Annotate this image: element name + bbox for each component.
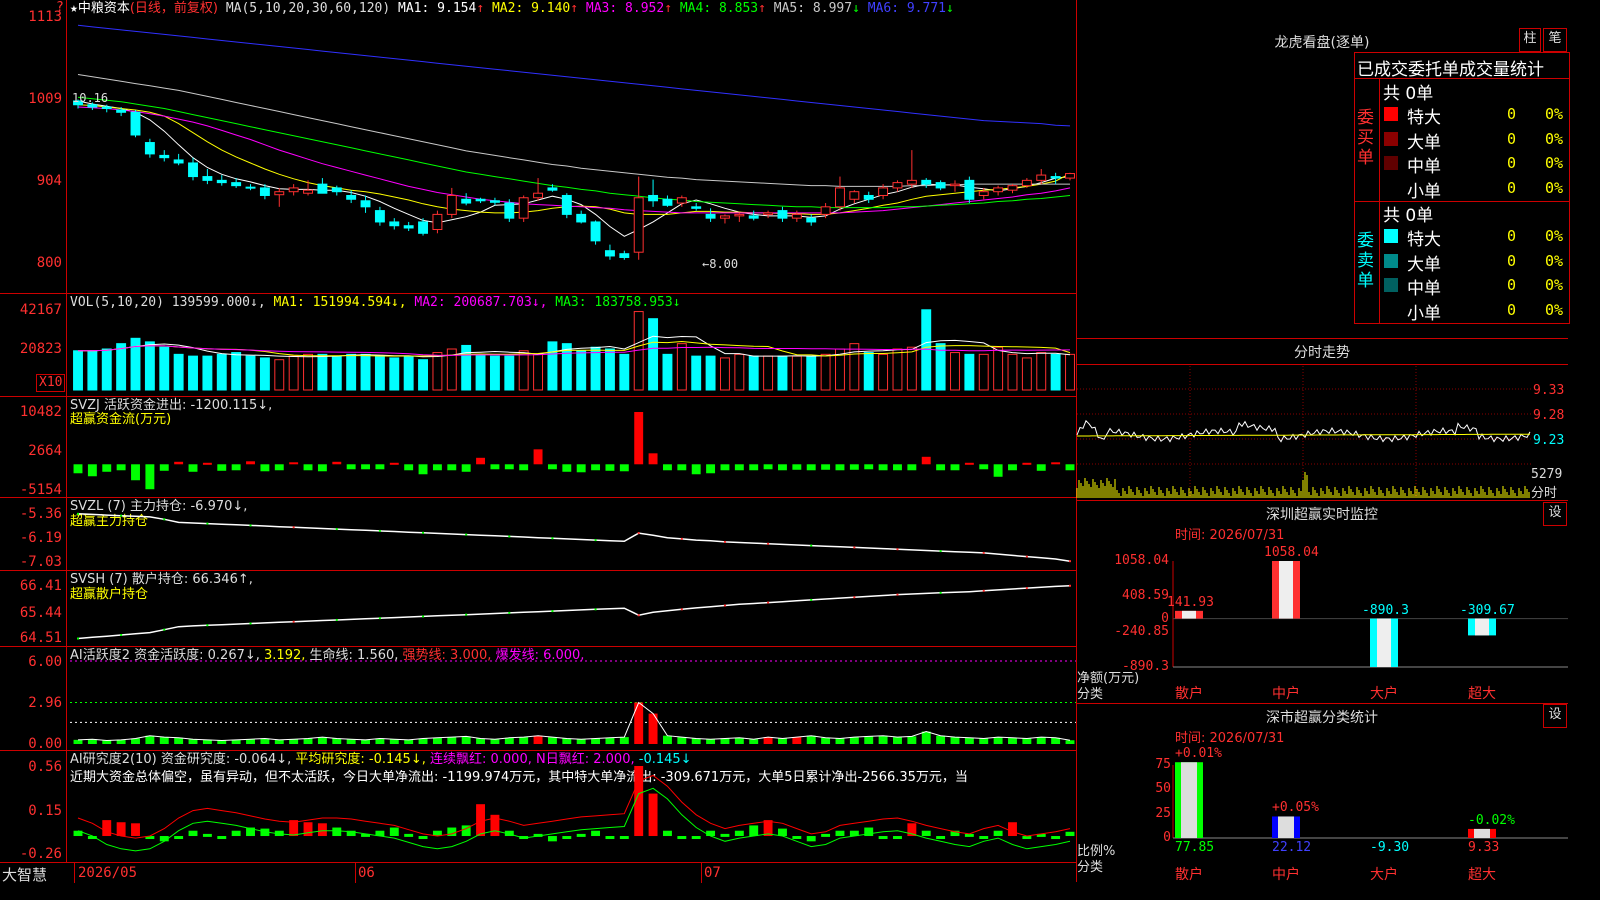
ai2-bar — [116, 822, 126, 837]
ai2-bar — [1065, 831, 1075, 837]
ai2-bar — [835, 830, 845, 837]
ai2-bar — [821, 833, 831, 837]
class-chart[interactable] — [1077, 0, 1568, 882]
class-value-label: 9.33 — [1468, 840, 1500, 855]
date-divider — [74, 863, 75, 883]
ai2-bar — [893, 836, 902, 840]
date-divider — [355, 863, 356, 883]
class-bar-highlight — [1181, 762, 1197, 838]
class-value-label: -9.30 — [1370, 840, 1410, 855]
main-chart-area[interactable]: ? ★中粮资本(日线，前复权) MA(5,10,20,30,60,120) MA… — [0, 0, 1076, 862]
ai2-bar — [993, 830, 1003, 837]
ai2-bar — [202, 833, 212, 837]
ai2-bar — [806, 836, 816, 842]
class-category-label: 超大 — [1468, 867, 1496, 883]
ai2-bar — [605, 836, 615, 840]
class-value-label: 22.12 — [1272, 840, 1312, 855]
ai2-bar — [591, 830, 601, 837]
class-value-label: 77.85 — [1175, 840, 1215, 855]
ai2-bar — [706, 830, 716, 837]
ai2-bar — [418, 836, 428, 840]
ai2-line-red — [77, 774, 1071, 839]
ai2-bar — [562, 836, 572, 840]
ai2-bar — [303, 822, 313, 837]
ai2-bar — [174, 836, 184, 840]
ai2-bar — [778, 828, 787, 837]
ai2-chart[interactable] — [0, 0, 1076, 862]
ai2-bar — [662, 830, 672, 837]
axis-line — [66, 0, 67, 862]
class-change-label: +0.05% — [1272, 800, 1319, 816]
ai2-bar — [648, 793, 658, 837]
ai2-bar — [677, 836, 687, 840]
ai2-bar — [792, 836, 802, 840]
class-category-label: 大户 — [1370, 867, 1398, 883]
class-category-label: 中户 — [1272, 867, 1300, 883]
ai2-line — [77, 787, 1071, 852]
ai2-bar — [878, 836, 888, 840]
ai2-bar — [217, 836, 227, 840]
ai2-bar — [188, 830, 198, 837]
ai2-bar — [404, 833, 414, 837]
class-category-label: 散户 — [1175, 867, 1203, 883]
ai2-bar — [619, 836, 629, 840]
ai2-bar — [131, 823, 140, 837]
ai2-bar — [691, 836, 701, 840]
ai2-bar — [317, 823, 327, 837]
ai2-bar — [389, 827, 399, 837]
date-label: 2026/05 — [78, 865, 138, 881]
ai2-bar — [749, 825, 759, 837]
ai2-bar — [332, 827, 342, 837]
footer-bar: 大智慧 2026/05 06 07 — [0, 862, 1076, 884]
ai2-bar — [1008, 822, 1017, 837]
ai2-bar — [102, 820, 112, 837]
ai2-bar — [921, 830, 931, 837]
class-change-label: +0.01% — [1175, 746, 1222, 762]
ai2-bar — [1051, 836, 1061, 840]
date-divider — [701, 863, 702, 883]
ai2-bar — [979, 836, 989, 840]
ai2-bar — [547, 836, 557, 842]
date-label: 06 — [358, 865, 375, 881]
ai2-bar — [720, 833, 730, 837]
class-bar-highlight — [1474, 828, 1490, 838]
ai2-bar — [231, 830, 241, 837]
ai2-bar — [734, 830, 744, 837]
ai2-bar — [576, 833, 586, 837]
brand-label: 大智慧 — [2, 866, 48, 884]
ai2-bar — [936, 836, 946, 840]
class-bar-highlight — [1278, 816, 1294, 838]
class-axis-sub: 分类 — [1077, 860, 1104, 875]
class-change-label: -0.02% — [1468, 812, 1515, 828]
right-panel: 龙虎看盘(逐单) 柱 笔 已成交委托单成交量统计 委买单 共 0单 特大 0 0% 大… — [1076, 0, 1570, 883]
date-label: 07 — [704, 865, 721, 881]
